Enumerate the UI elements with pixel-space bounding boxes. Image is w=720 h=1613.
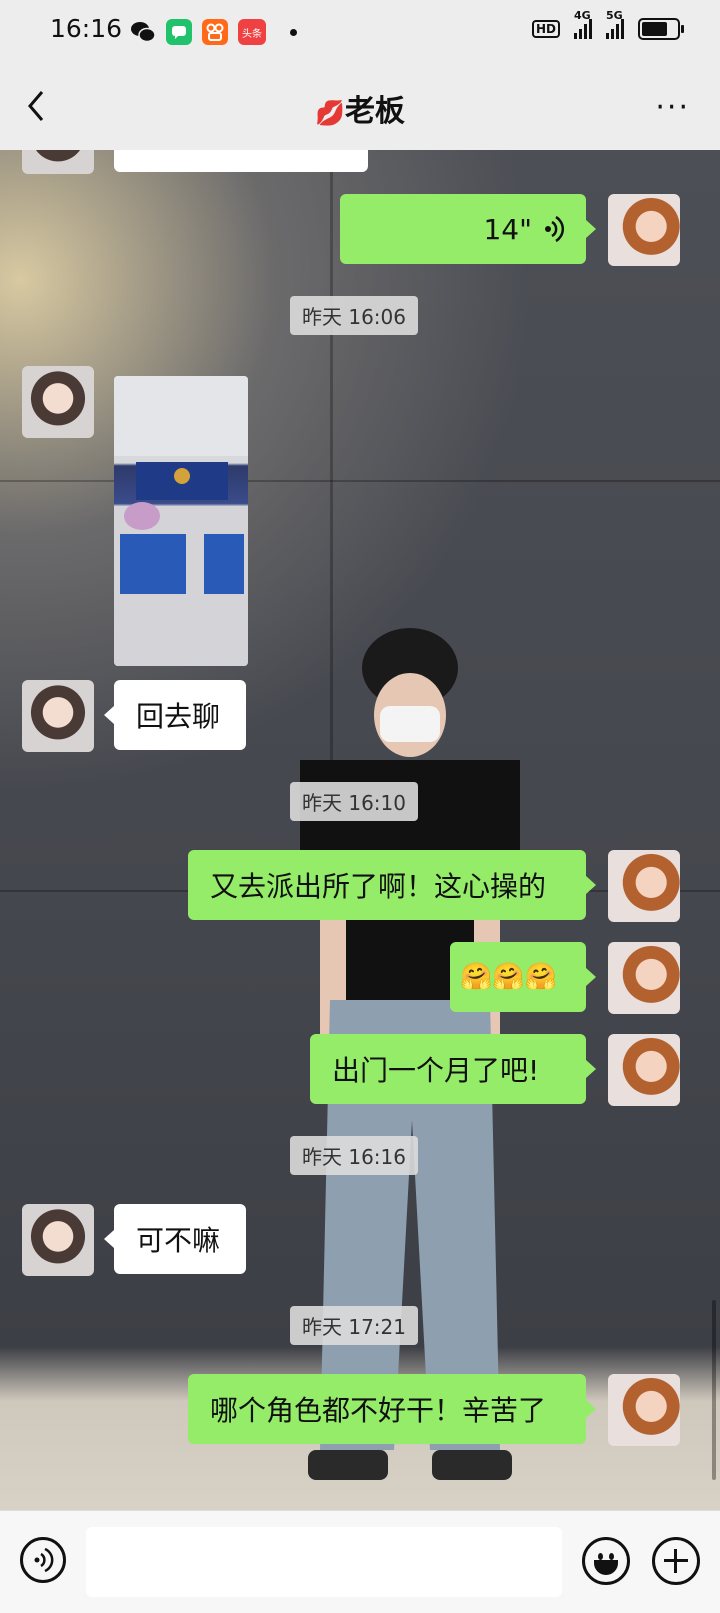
sent-message[interactable]: 出门一个月了吧! bbox=[310, 1034, 596, 1104]
contact-avatar[interactable] bbox=[22, 1204, 94, 1276]
status-notification-icons: 头条 bbox=[130, 18, 297, 46]
signal-5g-icon: 5G bbox=[606, 9, 624, 39]
received-message[interactable]: 回去聊 bbox=[104, 680, 246, 750]
timestamp: 昨天 16:10 bbox=[290, 782, 418, 821]
input-bar bbox=[0, 1510, 720, 1613]
voice-duration: 14" bbox=[483, 212, 532, 246]
my-avatar[interactable] bbox=[608, 1034, 680, 1106]
net-4g-label: 4G bbox=[574, 9, 591, 22]
emoji-button[interactable] bbox=[582, 1537, 630, 1585]
my-avatar[interactable] bbox=[608, 1374, 680, 1446]
voice-input-button[interactable] bbox=[20, 1537, 66, 1583]
my-avatar[interactable] bbox=[608, 850, 680, 922]
kuaishou-icon bbox=[202, 19, 228, 45]
chat-icon bbox=[166, 19, 192, 45]
photo-content bbox=[114, 376, 248, 666]
emoji-icon bbox=[598, 1553, 603, 1560]
wall-seam bbox=[0, 480, 720, 482]
battery-icon bbox=[638, 18, 684, 40]
timestamp: 昨天 17:21 bbox=[290, 1306, 418, 1345]
kiss-icon: 💋 bbox=[315, 99, 345, 127]
my-avatar[interactable] bbox=[608, 194, 680, 266]
photo-message[interactable] bbox=[114, 376, 248, 666]
scrollbar[interactable] bbox=[712, 1300, 716, 1480]
received-message[interactable]: 可不嘛 bbox=[104, 1204, 246, 1274]
chat-header: 💋老板 ··· bbox=[0, 64, 720, 151]
timestamp: 昨天 16:06 bbox=[290, 296, 418, 335]
voice-message-bubble[interactable]: 14" bbox=[340, 194, 596, 264]
net-5g-label: 5G bbox=[606, 9, 623, 22]
chat-area[interactable]: 14" 昨天 16:06 回去聊 昨天 16:10 又去派出所了啊！这心操的 🤗… bbox=[0, 150, 720, 1510]
status-indicators: HD 4G 5G bbox=[531, 9, 684, 40]
contact-avatar[interactable] bbox=[22, 366, 94, 438]
my-avatar[interactable] bbox=[608, 942, 680, 1014]
contact-avatar[interactable] bbox=[22, 150, 94, 174]
sent-message[interactable]: 又去派出所了啊！这心操的 bbox=[188, 850, 596, 920]
contact-avatar[interactable] bbox=[22, 680, 94, 752]
sent-message[interactable]: 哪个角色都不好干！辛苦了 bbox=[188, 1374, 596, 1444]
wechat-icon bbox=[130, 19, 156, 45]
chat-title: 💋老板 bbox=[0, 86, 720, 130]
signal-4g-icon: 4G bbox=[574, 9, 592, 39]
toutiao-label: 头条 bbox=[242, 28, 262, 40]
message-input[interactable] bbox=[86, 1527, 562, 1597]
sent-emoji-message[interactable]: 🤗🤗🤗 bbox=[450, 942, 596, 1012]
voice-icon bbox=[34, 1547, 54, 1573]
contact-name: 老板 bbox=[344, 94, 405, 129]
toutiao-icon: 头条 bbox=[238, 19, 266, 45]
more-button[interactable]: ··· bbox=[655, 90, 690, 125]
hd-icon: HD bbox=[531, 20, 560, 38]
voice-wave-icon bbox=[545, 215, 564, 243]
status-bar: 16:16 头条 HD 4G 5G bbox=[0, 0, 720, 64]
timestamp: 昨天 16:16 bbox=[290, 1136, 418, 1175]
message-bubble-partial[interactable] bbox=[114, 150, 368, 172]
status-time: 16:16 bbox=[50, 14, 123, 43]
dot-icon bbox=[290, 28, 297, 36]
more-functions-button[interactable] bbox=[652, 1537, 700, 1585]
